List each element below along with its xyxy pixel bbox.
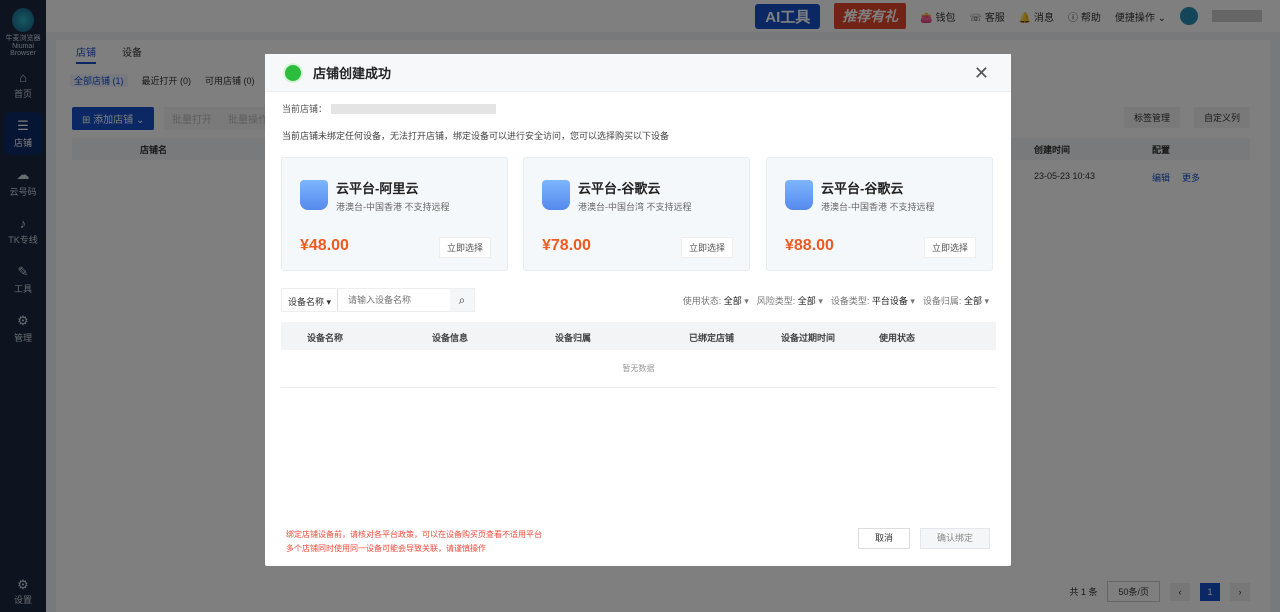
warning-text: 绑定店铺设备前，请核对各平台政策，可以在设备购买页查看不适用平台 多个店铺同时使用… xyxy=(286,528,542,556)
label: 设备类型: xyxy=(830,296,870,306)
device-card: 云平台-阿里云港澳台-中国香港 不支持远程 ¥48.00 立即选择 xyxy=(281,157,508,271)
card-desc: 港澳台-中国香港 不支持远程 xyxy=(821,202,935,212)
select-button[interactable]: 立即选择 xyxy=(680,237,733,258)
value: 全部 xyxy=(797,296,816,306)
current-store: 当前店铺： xyxy=(282,102,497,115)
close-icon[interactable]: ✕ xyxy=(974,63,989,84)
label: 使用状态: xyxy=(682,296,722,306)
value: 全部 xyxy=(963,296,982,306)
dialog-title: 店铺创建成功 xyxy=(313,66,392,81)
server-icon xyxy=(542,180,570,210)
unbound-tip: 当前店铺未绑定任何设备，无法打开店铺，绑定设备可以进行安全访问，您可以选择购买以… xyxy=(282,131,670,141)
col-usage-status: 使用状态 xyxy=(879,333,916,343)
card-desc: 港澳台-中国香港 不支持远程 xyxy=(336,202,450,212)
label: 风险类型: xyxy=(756,296,796,306)
label: 设备归属: xyxy=(922,296,962,306)
value: 平台设备 xyxy=(871,296,908,306)
value: 全部 xyxy=(723,296,742,306)
success-icon xyxy=(285,64,301,81)
card-price: ¥48.00 xyxy=(300,237,349,254)
card-title: 云平台-谷歌云 xyxy=(821,181,904,196)
server-icon xyxy=(300,180,328,210)
col-device-info: 设备信息 xyxy=(432,333,469,343)
search-icon[interactable]: ⌕ xyxy=(450,289,475,311)
search-field-select[interactable]: 设备名称 ▾ xyxy=(282,289,339,311)
select-button[interactable]: 立即选择 xyxy=(438,237,491,258)
col-bound-store: 已绑定店铺 xyxy=(689,333,735,343)
device-search: 设备名称 ▾ ⌕ xyxy=(281,288,476,312)
card-price: ¥78.00 xyxy=(542,237,591,254)
select-button[interactable]: 立即选择 xyxy=(923,237,976,258)
warning-line: 绑定店铺设备前，请核对各平台政策，可以在设备购买页查看不适用平台 xyxy=(286,530,542,539)
filters: 使用状态: 全部 ▾ 风险类型: 全部 ▾ 设备类型: 平台设备 ▾ 设备归属:… xyxy=(683,294,989,307)
dialog-header: 店铺创建成功 ✕ xyxy=(265,54,1011,92)
device-card: 云平台-谷歌云港澳台-中国香港 不支持远程 ¥88.00 立即选择 xyxy=(766,157,993,271)
cancel-button[interactable]: 取消 xyxy=(858,528,910,549)
filter-usage-status[interactable]: 使用状态: 全部 ▾ xyxy=(683,294,749,307)
label: 设备名称 xyxy=(288,297,325,307)
card-desc: 港澳台-中国台湾 不支持远程 xyxy=(578,202,692,212)
device-table-header: 设备名称 设备信息 设备归属 已绑定店铺 设备过期时间 使用状态 xyxy=(281,322,996,350)
label: 当前店铺： xyxy=(282,104,328,114)
confirm-bind-button[interactable]: 确认绑定 xyxy=(920,528,990,549)
filter-risk-type[interactable]: 风险类型: 全部 ▾ xyxy=(757,294,823,307)
col-device-owner: 设备归属 xyxy=(555,333,592,343)
empty-state: 暂无数据 xyxy=(281,350,996,388)
warning-line: 多个店铺同时使用同一设备可能会导致关联，请谨慎操作 xyxy=(286,544,486,553)
col-expiry: 设备过期时间 xyxy=(781,333,836,343)
store-name-blurred xyxy=(331,103,497,114)
card-title: 云平台-阿里云 xyxy=(336,181,419,196)
server-icon xyxy=(785,180,813,210)
card-price: ¥88.00 xyxy=(785,237,834,254)
filter-device-owner[interactable]: 设备归属: 全部 ▾ xyxy=(923,294,989,307)
col-device-name: 设备名称 xyxy=(307,333,344,343)
card-title: 云平台-谷歌云 xyxy=(578,181,661,196)
store-created-dialog: 店铺创建成功 ✕ 当前店铺： 当前店铺未绑定任何设备，无法打开店铺，绑定设备可以进… xyxy=(265,54,1011,566)
filter-device-type[interactable]: 设备类型: 平台设备 ▾ xyxy=(831,294,915,307)
device-search-input[interactable] xyxy=(338,289,451,311)
device-card: 云平台-谷歌云港澳台-中国台湾 不支持远程 ¥78.00 立即选择 xyxy=(523,157,750,271)
